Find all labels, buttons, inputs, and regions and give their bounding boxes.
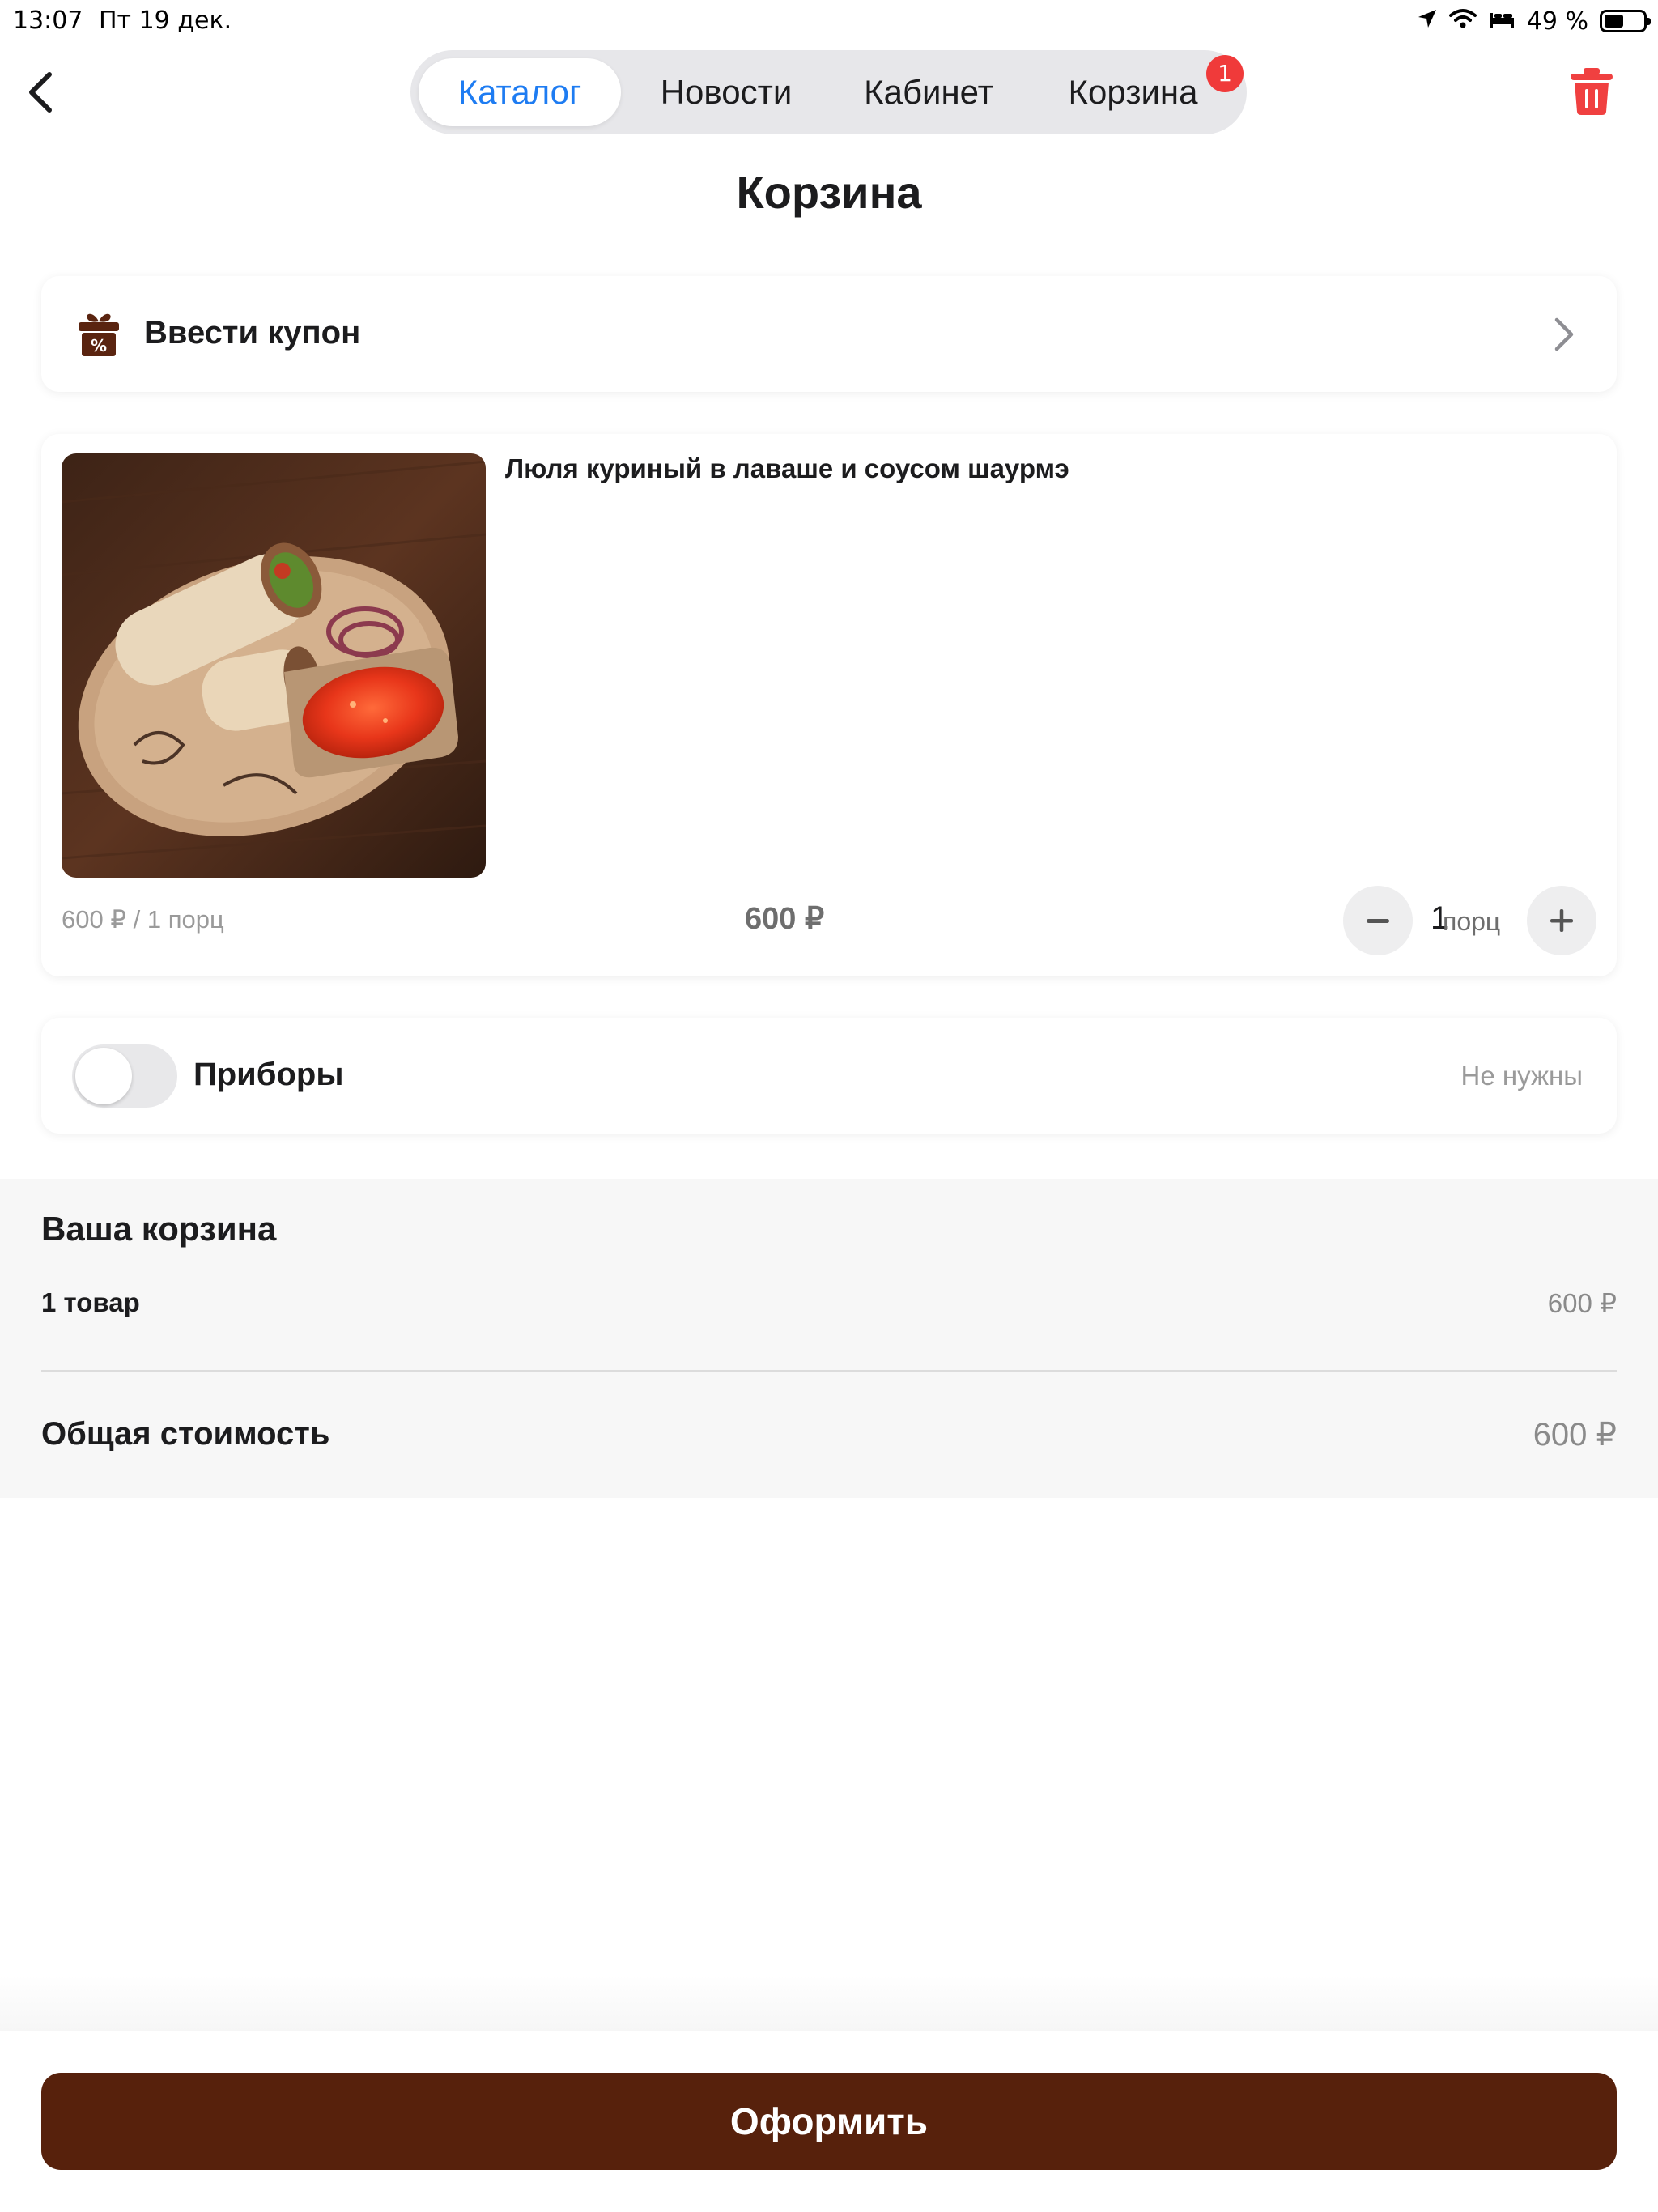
- clear-cart-button[interactable]: [1569, 66, 1614, 117]
- cutlery-label: Приборы: [193, 1057, 344, 1092]
- quantity-unit: порц: [1443, 907, 1501, 936]
- page-title: Корзина: [736, 167, 922, 218]
- summary-items-count: 1 товар: [41, 1287, 140, 1317]
- status-date: Пт 19 дек.: [99, 6, 232, 35]
- unit-price: 600 ₽ / 1 порц: [62, 905, 224, 934]
- cutlery-row: Приборы Не нужны: [41, 1018, 1617, 1134]
- battery-icon: [1600, 10, 1651, 32]
- increase-quantity-button[interactable]: [1527, 886, 1596, 955]
- bottom-fade: [0, 1976, 1658, 2032]
- cart-item-card: Люля куриный в лаваше и соусом шаурмэ 60…: [41, 434, 1617, 976]
- chevron-left-icon: [29, 72, 52, 113]
- toggle-knob: [75, 1048, 132, 1104]
- trash-icon: [1571, 68, 1613, 115]
- product-name[interactable]: Люля куриный в лаваше и соусом шаурмэ: [505, 453, 1069, 484]
- product-image[interactable]: [62, 453, 486, 878]
- gift-percent-icon: %: [74, 308, 124, 359]
- summary-items-price: 600 ₽: [1547, 1288, 1617, 1318]
- plus-icon: [1550, 909, 1573, 932]
- status-bar: 13:07 Пт 19 дек. 49 %: [0, 0, 1658, 40]
- status-time: 13:07: [13, 6, 83, 35]
- tab-account[interactable]: Кабинет: [831, 58, 1026, 126]
- svg-text:%: %: [91, 336, 107, 355]
- line-total: 600 ₽: [745, 902, 825, 936]
- minus-icon: [1367, 919, 1389, 923]
- tab-news[interactable]: Новости: [629, 58, 823, 126]
- cutlery-status: Не нужны: [1460, 1061, 1583, 1091]
- sleep-bed-icon: [1488, 7, 1516, 36]
- tab-bar: Каталог Новости Кабинет Корзина: [410, 50, 1247, 134]
- summary-title: Ваша корзина: [41, 1210, 277, 1248]
- coupon-label: Ввести купон: [144, 315, 361, 351]
- summary-total-label: Общая стоимость: [41, 1416, 330, 1452]
- summary-total-price: 600 ₽: [1533, 1417, 1617, 1453]
- decrease-quantity-button[interactable]: [1343, 886, 1413, 955]
- cart-summary: Ваша корзина 1 товар 600 ₽ Общая стоимос…: [0, 1179, 1658, 1498]
- tab-cart[interactable]: Корзина: [1034, 58, 1232, 126]
- status-indicators: 49 %: [1417, 5, 1651, 37]
- coupon-row[interactable]: % Ввести купон: [41, 276, 1617, 392]
- chevron-right-icon: [1552, 317, 1576, 352]
- tab-catalog[interactable]: Каталог: [419, 58, 621, 126]
- location-arrow-icon: [1417, 7, 1438, 36]
- cutlery-toggle[interactable]: [72, 1044, 177, 1108]
- cart-badge: 1: [1206, 55, 1244, 92]
- back-button[interactable]: [21, 70, 62, 115]
- wifi-icon: [1448, 7, 1477, 36]
- checkout-button[interactable]: Оформить: [41, 2073, 1617, 2170]
- battery-percent: 49 %: [1526, 6, 1588, 36]
- summary-divider: [41, 1370, 1617, 1372]
